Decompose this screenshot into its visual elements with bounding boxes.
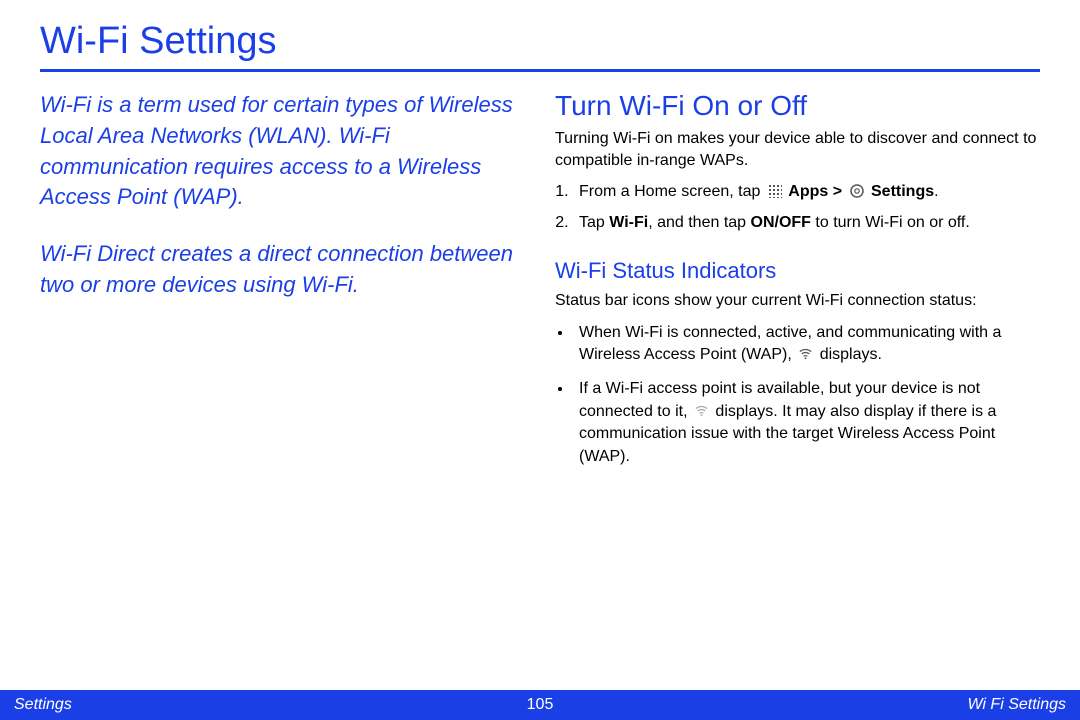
footer-left: Settings	[14, 696, 72, 714]
step-1: From a Home screen, tap Apps > Settings.	[573, 181, 1040, 203]
step2-wifi-label: Wi-Fi	[609, 214, 648, 231]
right-column: Turn Wi-Fi On or Off Turning Wi-Fi on ma…	[555, 90, 1040, 480]
section-heading-turn-wifi: Turn Wi-Fi On or Off	[555, 90, 1040, 122]
bullet1-text-b: displays.	[820, 346, 882, 363]
footer-page-number: 105	[527, 696, 554, 714]
apps-grid-icon	[767, 183, 782, 198]
page-title: Wi-Fi Settings	[40, 20, 1040, 63]
section2-intro: Status bar icons show your current Wi-Fi…	[555, 290, 1040, 312]
section1-intro: Turning Wi-Fi on makes your device able …	[555, 128, 1040, 171]
step1-gt: >	[833, 183, 847, 200]
intro-paragraph-2: Wi-Fi Direct creates a direct connection…	[40, 239, 525, 301]
step2-text-c: to turn Wi-Fi on or off.	[811, 214, 970, 231]
step-2: Tap Wi-Fi, and then tap ON/OFF to turn W…	[573, 212, 1040, 234]
step1-text-a: From a Home screen, tap	[579, 183, 765, 200]
footer-right: Wi Fi Settings	[967, 696, 1066, 714]
columns: Wi-Fi is a term used for certain types o…	[40, 90, 1040, 480]
title-rule	[40, 69, 1040, 72]
wifi-available-icon	[694, 403, 709, 418]
page-body: Wi-Fi Settings Wi-Fi is a term used for …	[0, 0, 1080, 520]
step2-text-b: , and then tap	[648, 214, 750, 231]
status-bullets: When Wi-Fi is connected, active, and com…	[573, 322, 1040, 468]
bullet-connected: When Wi-Fi is connected, active, and com…	[573, 322, 1040, 367]
intro-paragraph-1: Wi-Fi is a term used for certain types o…	[40, 90, 525, 213]
step1-apps-label: Apps	[788, 183, 828, 200]
section-heading-status: Wi-Fi Status Indicators	[555, 258, 1040, 284]
step2-text-a: Tap	[579, 214, 609, 231]
settings-gear-icon	[849, 183, 865, 199]
bullet1-text-a: When Wi-Fi is connected, active, and com…	[579, 324, 1001, 363]
step2-onoff-label: ON/OFF	[751, 214, 811, 231]
step1-settings-label: Settings	[871, 183, 934, 200]
step1-end: .	[934, 183, 938, 200]
bullet-available: If a Wi-Fi access point is available, bu…	[573, 378, 1040, 468]
steps-list: From a Home screen, tap Apps > Settings.…	[573, 181, 1040, 234]
page-footer: Settings 105 Wi Fi Settings	[0, 690, 1080, 720]
wifi-connected-icon	[798, 346, 813, 361]
left-column: Wi-Fi is a term used for certain types o…	[40, 90, 525, 480]
